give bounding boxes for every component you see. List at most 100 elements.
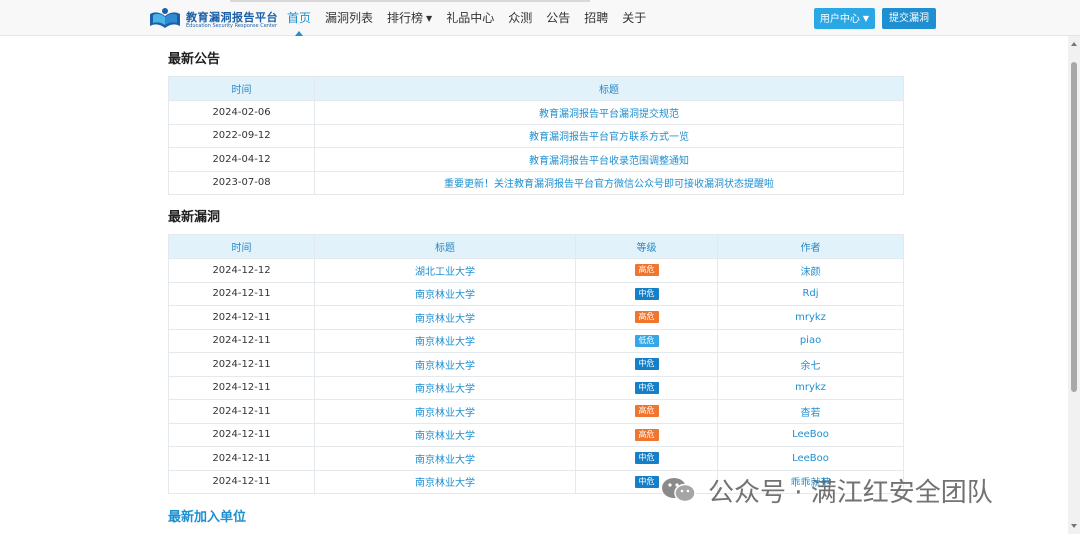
vertical-scrollbar[interactable] [1068,36,1080,534]
vuln-date: 2024-12-11 [168,469,315,494]
table-row: 2024-12-12 湖北工业大学 高危 沫颜 [168,258,904,283]
table-row: 2024-12-11 南京林业大学 高危 杳若 [168,399,904,424]
vuln-title-link[interactable]: 南京林业大学 [314,281,576,306]
announcement-date: 2023-07-08 [168,170,315,195]
vuln-date: 2024-12-11 [168,352,315,377]
table-header-row: 时间 标题 [168,76,904,101]
nav-announcements[interactable]: 公告 [539,0,577,36]
vuln-author-link[interactable]: mrykz [717,375,904,400]
vuln-title-link[interactable]: 南京林业大学 [314,469,576,494]
nav-about[interactable]: 关于 [615,0,653,36]
level-badge: 高危 [634,264,659,277]
vuln-level-cell: 低危 [575,328,718,353]
vuln-date: 2024-12-11 [168,281,315,306]
table-row: 2024-12-11 南京林业大学 高危 mrykz [168,305,904,330]
vuln-title-link[interactable]: 南京林业大学 [314,422,576,447]
announcement-link[interactable]: 教育漏洞报告平台官方联系方式一览 [314,123,904,148]
vuln-author-link[interactable]: 杳若 [717,399,904,424]
vuln-author-link[interactable]: LeeBoo [717,422,904,447]
nav-home[interactable]: 首页 [280,0,318,36]
column-header-author: 作者 [717,234,904,259]
vuln-title-link[interactable]: 湖北工业大学 [314,258,576,283]
submit-vuln-button[interactable]: 提交漏洞 [882,8,936,29]
vuln-title-link[interactable]: 南京林业大学 [314,446,576,471]
logo-subtitle: Education Security Response Center [186,23,278,29]
announcement-date: 2024-04-12 [168,147,315,172]
vuln-author-link[interactable]: 余七 [717,352,904,377]
announcement-link[interactable]: 重要更新！关注教育漏洞报告平台官方微信公众号即可接收漏洞状态提醒啦 [314,170,904,195]
vuln-date: 2024-12-11 [168,305,315,330]
announcements-table: 时间 标题 2024-02-06 教育漏洞报告平台漏洞提交规范 2022-09-… [168,76,904,195]
vuln-level-cell: 中危 [575,446,718,471]
nav-vuln-list[interactable]: 漏洞列表 [318,0,380,36]
vuln-date: 2024-12-11 [168,375,315,400]
nav-ranking-label: 排行榜 [387,11,424,25]
announcements-title: 最新公告 [168,52,221,67]
column-header-level: 等级 [575,234,718,259]
announcement-link[interactable]: 教育漏洞报告平台收录范围调整通知 [314,147,904,172]
announcement-link[interactable]: 教育漏洞报告平台漏洞提交规范 [314,100,904,125]
table-row: 2024-12-11 南京林业大学 中危 余七 [168,352,904,377]
level-badge: 中危 [634,452,659,465]
vuln-level-cell: 中危 [575,352,718,377]
table-row: 2024-04-12 教育漏洞报告平台收录范围调整通知 [168,147,904,172]
table-header-row: 时间 标题 等级 作者 [168,234,904,259]
vuln-title-link[interactable]: 南京林业大学 [314,305,576,330]
vuln-date: 2024-12-11 [168,328,315,353]
vuln-level-cell: 高危 [575,305,718,330]
vuln-author-link[interactable]: LeeBoo [717,446,904,471]
vuln-level-cell: 中危 [575,281,718,306]
vuln-author-link[interactable]: Rdj [717,281,904,306]
vuln-title-link[interactable]: 南京林业大学 [314,375,576,400]
vuln-level-cell: 高危 [575,399,718,424]
vuln-author-link[interactable]: piao [717,328,904,353]
vuln-author-link[interactable]: 沫颜 [717,258,904,283]
column-header-time: 时间 [168,76,315,101]
vuln-date: 2024-12-11 [168,399,315,424]
wechat-watermark: 公众号 · 满江红安全团队 [660,472,993,508]
book-logo-icon [150,8,180,28]
vuln-title-link[interactable]: 南京林业大学 [314,352,576,377]
vuln-date: 2024-12-12 [168,258,315,283]
wechat-icon [662,478,696,503]
nav-gift-center[interactable]: 礼品中心 [439,0,501,36]
table-row: 2024-12-11 南京林业大学 低危 piao [168,328,904,353]
table-row: 2024-12-11 南京林业大学 中危 Rdj [168,281,904,306]
nav-ranking[interactable]: 排行榜 ▼ [380,0,439,36]
scroll-thumb[interactable] [1071,62,1077,392]
top-navbar: 教育漏洞报告平台 Education Security Response Cen… [0,0,1080,36]
nav-crowdtest[interactable]: 众测 [501,0,539,36]
user-center-label: 用户中心 [819,14,860,25]
vuln-level-cell: 高危 [575,258,718,283]
vuln-author-link[interactable]: mrykz [717,305,904,330]
scroll-down-arrow-icon[interactable] [1071,524,1077,528]
table-row: 2024-12-11 南京林业大学 中危 mrykz [168,375,904,400]
user-center-button[interactable]: 用户中心 ▼ [814,8,875,29]
level-badge: 中危 [634,475,659,488]
vuln-level-cell: 中危 [575,375,718,400]
scroll-up-arrow-icon[interactable] [1071,42,1077,46]
vuln-title-link[interactable]: 南京林业大学 [314,328,576,353]
table-row: 2022-09-12 教育漏洞报告平台官方联系方式一览 [168,123,904,148]
announcement-date: 2022-09-12 [168,123,315,148]
column-header-time: 时间 [168,234,315,259]
main-nav: 首页 漏洞列表 排行榜 ▼ 礼品中心 众测 公告 招聘 关于 [280,0,653,36]
vulns-title: 最新漏洞 [168,210,221,225]
caret-down-icon: ▼ [862,14,870,23]
nav-jobs[interactable]: 招聘 [577,0,615,36]
level-badge: 中危 [634,381,659,394]
watermark-text: 公众号 · 满江红安全团队 [708,477,993,508]
vuln-date: 2024-12-11 [168,422,315,447]
vuln-date: 2024-12-11 [168,446,315,471]
column-header-title: 标题 [314,76,904,101]
column-header-title: 标题 [314,234,576,259]
site-logo[interactable]: 教育漏洞报告平台 Education Security Response Cen… [148,6,278,32]
table-row: 2024-12-11 南京林业大学 中危 LeeBoo [168,446,904,471]
level-badge: 中危 [634,287,659,300]
new-units-title[interactable]: 最新加入单位 [168,506,246,525]
level-badge: 低危 [634,334,659,347]
level-badge: 中危 [634,358,659,371]
table-row: 2023-07-08 重要更新！关注教育漏洞报告平台官方微信公众号即可接收漏洞状… [168,170,904,195]
level-badge: 高危 [634,428,659,441]
vuln-title-link[interactable]: 南京林业大学 [314,399,576,424]
